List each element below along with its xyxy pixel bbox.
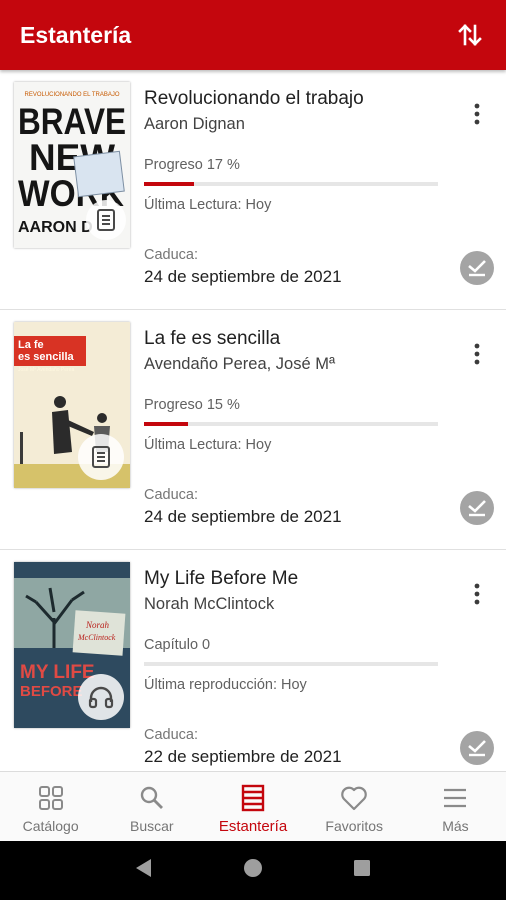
app-bar: Estantería <box>0 0 506 70</box>
check-done-icon <box>468 740 486 757</box>
cover-text: BRAVE <box>18 101 126 142</box>
cover-text: REVOLUCIONANDO EL TRABAJO <box>24 92 119 98</box>
book-card[interactable]: La fe es sencilla José Mª Avendaño Perea <box>0 310 506 550</box>
progress-bar <box>144 662 438 666</box>
cover-text: José Mª Avendaño Perea <box>18 367 74 373</box>
progress-label: Capítulo 0 <box>144 637 211 653</box>
more-options-button[interactable] <box>462 574 492 614</box>
progress-bar <box>144 182 438 186</box>
last-read-label: Última reproducción: Hoy <box>144 677 307 693</box>
format-badge <box>78 674 124 720</box>
more-options-button[interactable] <box>462 334 492 374</box>
cover-text: es sencilla <box>18 351 75 363</box>
expires-date: 22 de septiembre de 2021 <box>144 747 342 766</box>
book-card[interactable]: Norah McClintock MY LIFE BEFORE My Life … <box>0 550 506 771</box>
cover-text: MY LIFE <box>20 662 95 683</box>
menu-icon <box>444 788 467 808</box>
progress-fill <box>144 422 189 426</box>
nav-label: Más <box>442 818 469 834</box>
cover-text: AARON D <box>18 219 93 236</box>
nav-item-estanteria[interactable]: Estantería <box>202 772 303 841</box>
return-button[interactable] <box>460 731 494 765</box>
sort-button[interactable] <box>454 19 486 51</box>
return-button[interactable] <box>460 251 494 285</box>
book-title[interactable]: My Life Before Me <box>144 568 298 590</box>
check-done-icon <box>468 260 486 277</box>
system-navigation-bar <box>0 841 506 900</box>
headphones-icon <box>88 686 114 709</box>
expires-date: 24 de septiembre de 2021 <box>144 267 342 286</box>
cover-text: Norah <box>85 620 110 630</box>
nav-label: Catálogo <box>22 818 79 834</box>
book-author: Norah McClintock <box>144 595 275 613</box>
book-cover[interactable]: Norah McClintock MY LIFE BEFORE <box>14 562 130 728</box>
back-icon <box>136 859 152 877</box>
last-read-label: Última Lectura: Hoy <box>144 437 272 453</box>
more-vert-icon <box>474 583 480 605</box>
nav-item-catalogo[interactable]: Catálogo <box>0 772 101 841</box>
recents-icon <box>353 860 370 876</box>
more-options-button[interactable] <box>462 94 492 134</box>
progress-fill <box>144 182 194 186</box>
nav-label: Estantería <box>218 818 288 835</box>
ebook-icon <box>97 209 115 231</box>
book-title[interactable]: Revolucionando el trabajo <box>144 88 364 110</box>
progress-label: Progreso 17 % <box>144 157 240 173</box>
back-button[interactable] <box>133 857 155 884</box>
book-card[interactable]: REVOLUCIONANDO EL TRABAJO BRAVE NEW WORK… <box>0 70 506 310</box>
return-button[interactable] <box>460 491 494 525</box>
heart-icon <box>341 786 367 811</box>
more-vert-icon <box>474 103 480 125</box>
bottom-navigation: Catálogo Buscar Estantería Favoritos Más <box>0 771 506 841</box>
expires-date: 24 de septiembre de 2021 <box>144 507 342 526</box>
nav-item-favoritos[interactable]: Favoritos <box>304 772 405 841</box>
book-cover[interactable]: REVOLUCIONANDO EL TRABAJO BRAVE NEW WORK… <box>14 82 130 248</box>
format-badge <box>78 434 124 480</box>
expires-label: Caduca: <box>144 247 199 263</box>
progress-label: Progreso 15 % <box>144 397 240 413</box>
nav-item-mas[interactable]: Más <box>405 772 506 841</box>
expires-label: Caduca: <box>144 487 199 503</box>
nav-item-buscar[interactable]: Buscar <box>101 772 202 841</box>
home-button[interactable] <box>242 857 264 884</box>
sort-arrows-icon <box>458 24 482 46</box>
format-badge <box>86 200 126 240</box>
grid-icon <box>38 786 63 810</box>
nav-label: Favoritos <box>325 818 383 834</box>
book-author: Avendaño Perea, José Mª <box>144 355 336 373</box>
book-title[interactable]: La fe es sencilla <box>144 328 280 350</box>
book-cover[interactable]: La fe es sencilla José Mª Avendaño Perea <box>14 322 130 488</box>
cover-text: McClintock <box>77 633 116 642</box>
home-icon <box>243 859 262 877</box>
last-read-label: Última Lectura: Hoy <box>144 197 272 213</box>
more-vert-icon <box>474 343 480 365</box>
check-done-icon <box>468 500 486 517</box>
expires-label: Caduca: <box>144 727 199 743</box>
book-author: Aaron Dignan <box>144 115 245 133</box>
ebook-icon <box>92 446 110 468</box>
nav-label: Buscar <box>130 818 174 834</box>
cover-text: BEFORE <box>20 683 83 700</box>
progress-bar <box>144 422 438 426</box>
page-title: Estantería <box>20 21 132 48</box>
search-icon <box>140 786 163 809</box>
shelf-icon <box>241 784 265 812</box>
shelf-list: REVOLUCIONANDO EL TRABAJO BRAVE NEW WORK… <box>0 70 506 771</box>
cover-text: La fe <box>18 339 44 351</box>
recents-button[interactable] <box>351 857 373 884</box>
